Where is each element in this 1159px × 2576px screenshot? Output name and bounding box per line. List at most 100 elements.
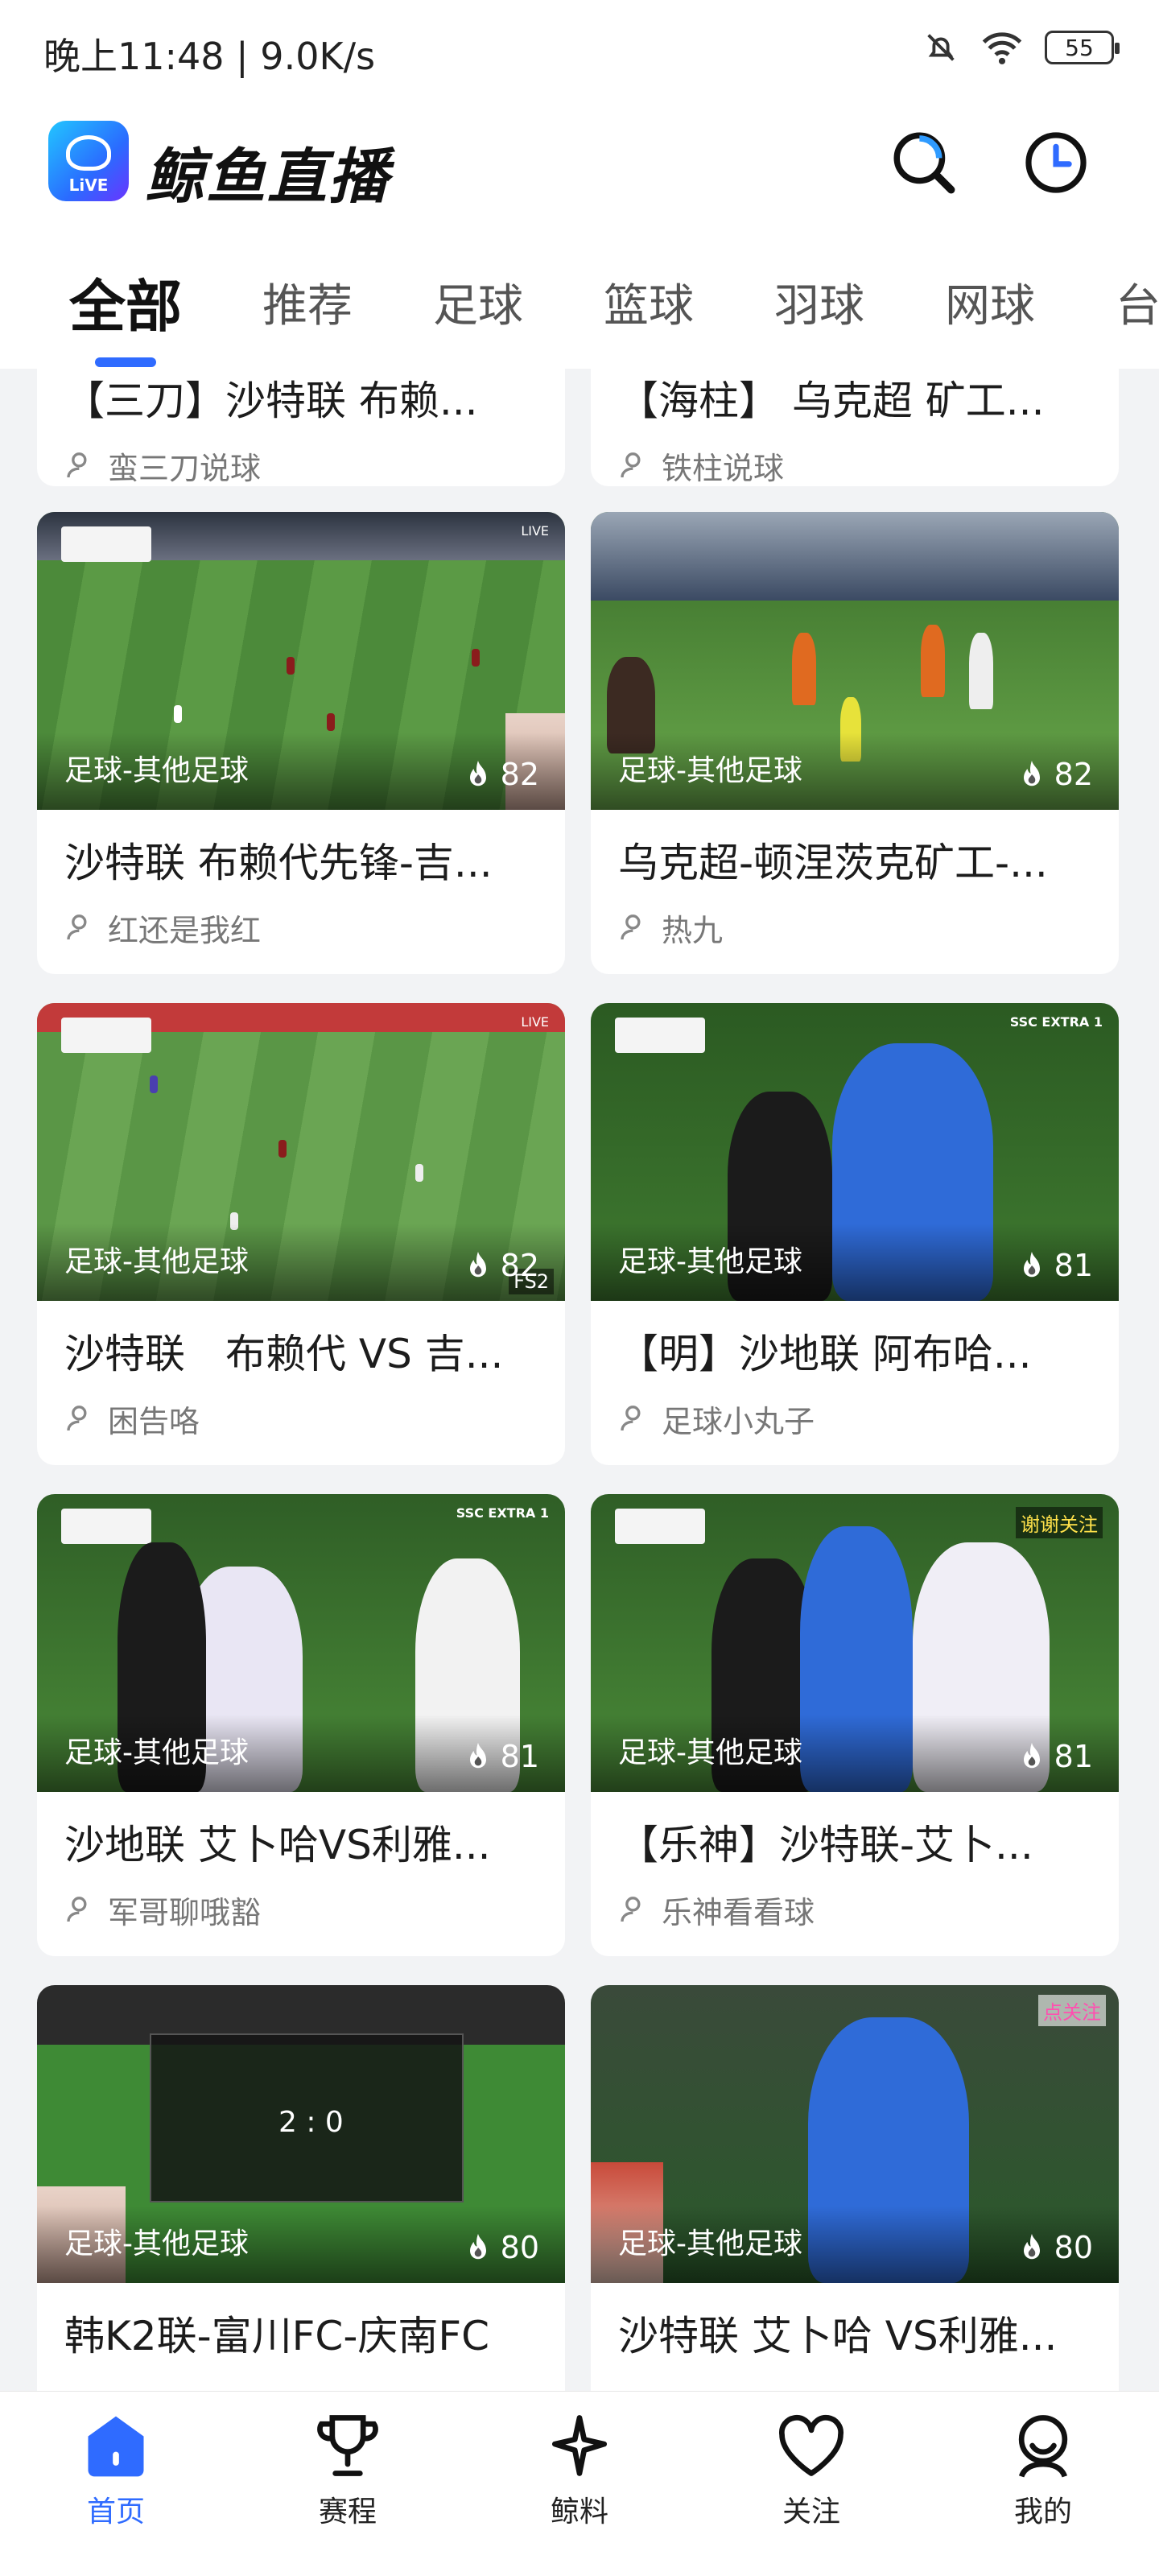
follow-thanks-banner: 谢谢关注 <box>1016 1507 1103 1538</box>
scoreboard <box>61 526 151 562</box>
stream-title: 沙特联 布赖代 VS 吉... <box>64 1331 504 1377</box>
flame-icon <box>469 760 486 786</box>
scoreboard <box>615 1018 705 1053</box>
tab-recommend[interactable]: 推荐 <box>262 270 353 335</box>
stream-heat: 80 <box>1017 2230 1093 2265</box>
live-tag: LIVE <box>521 523 549 539</box>
heat-value: 80 <box>500 2230 539 2265</box>
stream-heat: 82 <box>464 757 539 792</box>
heat-value: 81 <box>1054 1739 1093 1774</box>
stream-author: 困告咯 <box>37 1380 565 1444</box>
stadium-stands <box>591 512 1119 601</box>
bottom-navigation: 首页 赛程 鲸料 关注 我的 <box>0 2391 1159 2576</box>
app-logo: LiVE <box>48 121 129 201</box>
heat-value: 82 <box>1054 757 1093 792</box>
player-figure <box>472 649 480 667</box>
stream-card[interactable]: 点关注 足球-其他足球 80 沙特联 艾卜哈 VS利雅... <box>591 1985 1119 2391</box>
stream-card[interactable]: 2 : 0 足球-其他足球 80 韩K2联-富川FC-庆南FC <box>37 1985 565 2391</box>
stream-thumbnail: 足球-其他足球 82 <box>591 512 1119 810</box>
tab-tennis[interactable]: 网球 <box>945 270 1035 335</box>
author-name: 乐神看看球 <box>662 1894 815 1930</box>
stream-card[interactable]: LIVE 足球-其他足球 82 沙特联 布赖代先锋-吉... 红还是我红 <box>37 512 565 974</box>
user-icon <box>67 452 87 478</box>
mute-bell-icon <box>927 34 955 61</box>
nav-home[interactable]: 首页 <box>35 2411 196 2576</box>
player-figure <box>150 1075 158 1093</box>
stream-title: 【海柱】 乌克超 矿工... <box>618 378 1045 424</box>
stream-heat: 81 <box>1017 1739 1093 1774</box>
stream-thumbnail: 谢谢关注 足球-其他足球 81 <box>591 1494 1119 1792</box>
author-name: 铁柱说球 <box>662 450 785 486</box>
stream-card[interactable]: 足球-其他足球 82 乌克超-顿涅茨克矿工-... 热九 <box>591 512 1119 974</box>
tab-table-tennis[interactable]: 台 <box>1116 270 1159 335</box>
heat-value: 82 <box>500 1248 539 1283</box>
tab-basketball[interactable]: 篮球 <box>604 270 694 335</box>
tab-football[interactable]: 足球 <box>433 270 523 335</box>
category-tabs: 全部 推荐 足球 篮球 羽球 网球 台 <box>0 235 1159 369</box>
user-icon <box>67 1897 87 1922</box>
author-name: 红还是我红 <box>108 912 262 948</box>
heat-value: 82 <box>500 757 539 792</box>
stream-thumbnail: LIVE FS2 足球-其他足球 82 <box>37 1003 565 1301</box>
flame-icon <box>469 1742 486 1769</box>
stream-card[interactable]: 【海柱】 乌克超 矿工... 铁柱说球 <box>591 369 1119 486</box>
stream-category: 足球-其他足球 <box>618 754 802 787</box>
nav-profile[interactable]: 我的 <box>963 2411 1124 2576</box>
sparkle-icon <box>551 2415 608 2476</box>
trophy-icon <box>317 2415 378 2476</box>
history-button[interactable] <box>1017 124 1095 201</box>
clock-icon <box>1025 132 1087 193</box>
user-icon <box>621 1406 641 1431</box>
player-figure <box>969 633 993 709</box>
stream-category: 足球-其他足球 <box>64 754 249 787</box>
stream-feed: 【三刀】沙特联 布赖... 蛮三刀说球 【海柱】 乌克超 矿工... 铁柱说球 … <box>0 369 1159 2391</box>
stream-heat: 82 <box>1017 757 1093 792</box>
stream-thumbnail: LIVE 足球-其他足球 82 <box>37 512 565 810</box>
tab-all[interactable]: 全部 <box>69 262 182 343</box>
stream-title: 韩K2联-富川FC-庆南FC <box>64 2313 490 2359</box>
stream-heat: 82 <box>464 1248 539 1283</box>
author-name: 困告咯 <box>108 1403 200 1439</box>
whale-logo-icon <box>66 135 111 171</box>
app-name: 鲸鱼直播 <box>145 142 390 212</box>
wifi-icon <box>982 32 1022 64</box>
stream-card[interactable]: 【三刀】沙特联 布赖... 蛮三刀说球 <box>37 369 565 486</box>
user-icon <box>621 1897 641 1922</box>
search-button[interactable] <box>885 124 963 201</box>
author-name: 军哥聊哦豁 <box>108 1894 262 1930</box>
nav-follow[interactable]: 关注 <box>731 2411 892 2576</box>
stream-thumbnail: 点关注 足球-其他足球 80 <box>591 1985 1119 2283</box>
nav-feed[interactable]: 鲸料 <box>499 2411 660 2576</box>
status-icons: 55 <box>922 29 1120 66</box>
nav-schedule[interactable]: 赛程 <box>267 2411 428 2576</box>
stream-card[interactable]: SSC EXTRA 1 足球-其他足球 81 沙地联 艾卜哈VS利雅... 军哥… <box>37 1494 565 1956</box>
tab-indicator <box>95 357 156 367</box>
follow-prompt-banner: 点关注 <box>1038 1995 1106 2026</box>
player-figure <box>327 713 335 731</box>
scoreboard <box>61 1509 151 1544</box>
player-figure <box>287 657 295 675</box>
flame-icon <box>1023 760 1040 786</box>
stream-heat: 81 <box>464 1739 539 1774</box>
app-header: LiVE 鲸鱼直播 <box>0 100 1159 235</box>
stream-card[interactable]: LIVE FS2 足球-其他足球 82 沙特联 布赖代 VS 吉... 困告咯 <box>37 1003 565 1465</box>
stream-category: 足球-其他足球 <box>618 2227 802 2260</box>
channel-logo: SSC EXTRA 1 <box>456 1505 549 1521</box>
stream-card[interactable]: 谢谢关注 足球-其他足球 81 【乐神】沙特联-艾卜... 乐神看看球 <box>591 1494 1119 1956</box>
user-icon <box>67 914 87 940</box>
tab-badminton[interactable]: 羽球 <box>774 270 864 335</box>
user-icon <box>621 452 641 478</box>
stream-heat: 80 <box>464 2230 539 2265</box>
search-icon <box>893 132 955 194</box>
stream-author: 铁柱说球 <box>591 427 1119 486</box>
stream-category: 足球-其他足球 <box>618 1245 802 1278</box>
live-tag: LIVE <box>521 1014 549 1030</box>
author-name: 足球小丸子 <box>662 1403 815 1439</box>
stream-author: 蛮三刀说球 <box>37 427 565 486</box>
author-name: 蛮三刀说球 <box>108 450 262 486</box>
battery-indicator: 55 <box>1045 31 1120 64</box>
app-root: 晚上11:48 | 9.0K/s 55 LiVE 鲸鱼直播 全部 推荐 足球 篮… <box>0 0 1159 2576</box>
stream-category: 足球-其他足球 <box>64 1245 249 1278</box>
stream-card[interactable]: SSC EXTRA 1 足球-其他足球 81 【明】沙地联 阿布哈... 足球小… <box>591 1003 1119 1465</box>
stream-title: 乌克超-顿涅茨克矿工-... <box>618 840 1048 886</box>
